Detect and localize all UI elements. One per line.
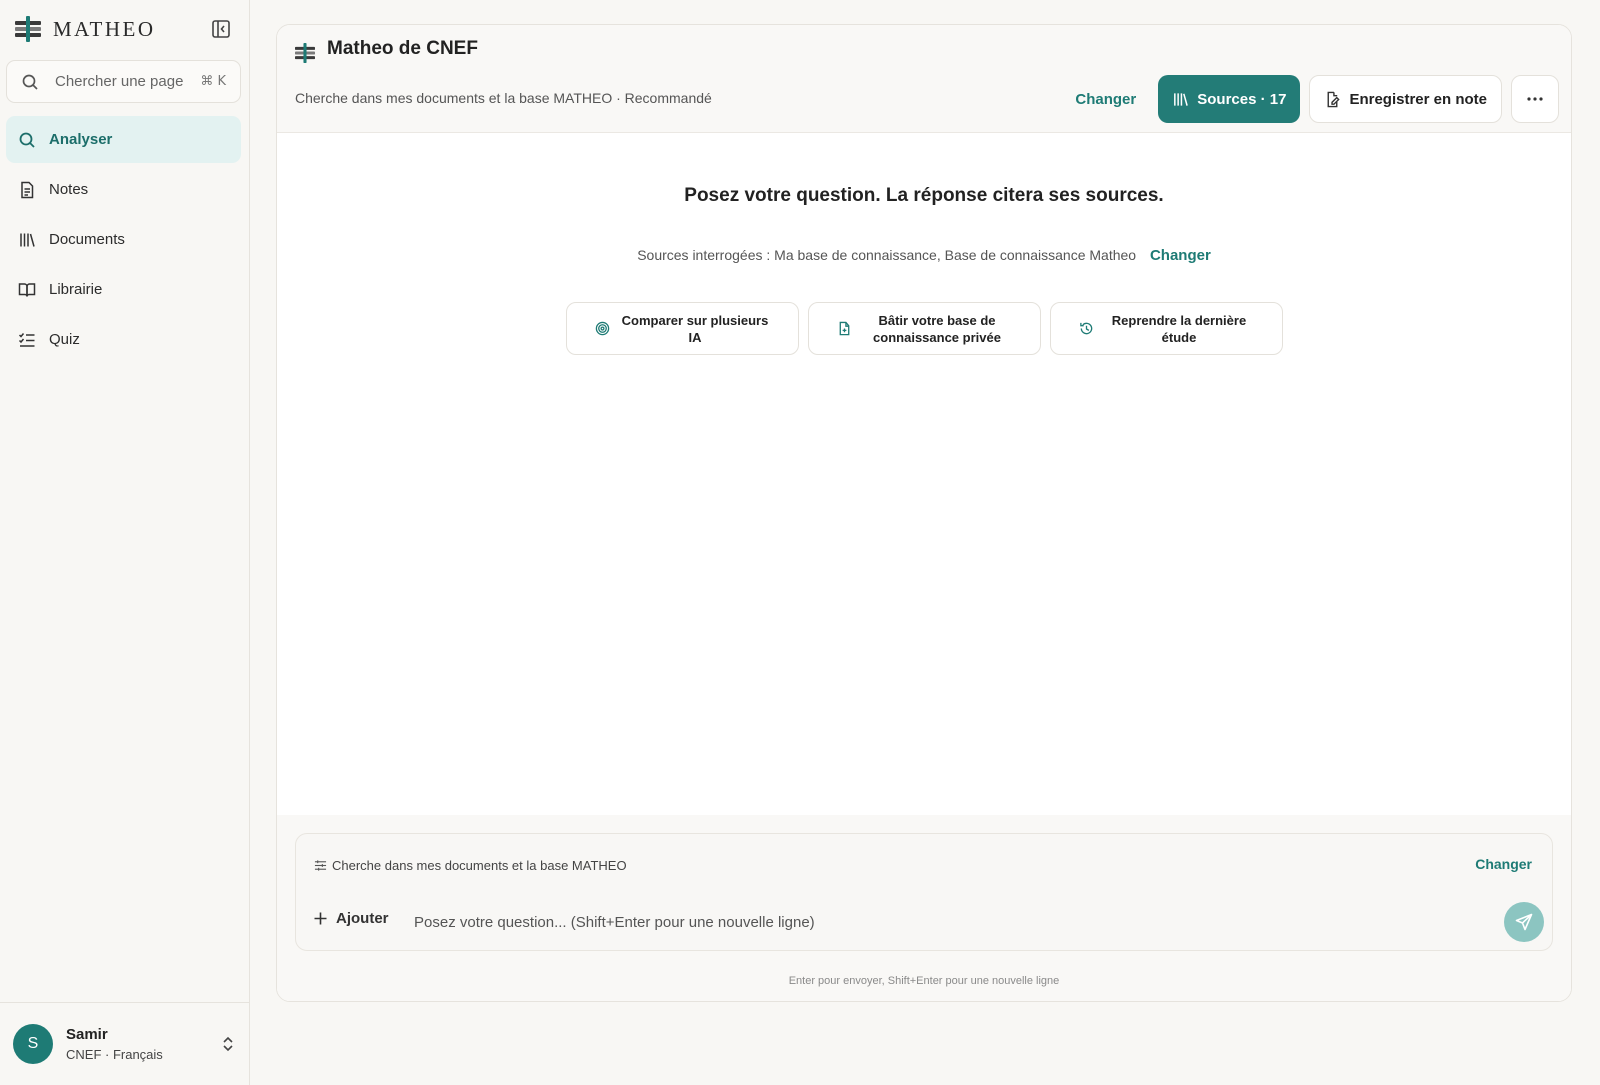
sliders-icon [314,860,327,871]
queried-sources-text: Sources interrogées : Ma base de connais… [637,247,1137,263]
suggestion-label: Bâtir votre base de connaissance privée [873,312,1001,345]
suggestion-label: Reprendre la dernière étude [1111,312,1247,345]
sidebar-item-notes[interactable]: Notes [6,166,241,213]
search-shortcut: ⌘ K [200,74,226,89]
save-note-button[interactable]: Enregistrer en note [1309,75,1502,123]
avatar: S [13,1024,53,1064]
chevron-up-down-icon[interactable] [220,1035,236,1053]
sidebar-item-label: Librairie [49,281,103,298]
composer-mode: Cherche dans mes documents et la base MA… [314,858,627,873]
matheo-logo-icon [15,16,41,42]
user-menu[interactable]: S Samir CNEF · Français [0,1002,249,1085]
send-icon [1515,913,1533,931]
target-icon [595,321,610,336]
header-actions: Changer Sources · 17 Enregistrer en note [1075,75,1559,123]
add-label: Ajouter [336,910,389,927]
sidebar: MATHEO ⌘ K Analyser Notes D [0,0,250,1085]
suggestion-build-knowledge-base[interactable]: Bâtir votre base de connaissance privée [808,302,1041,355]
save-note-label: Enregistrer en note [1349,90,1487,108]
change-sources-button[interactable]: Changer [1150,247,1211,264]
book-icon [18,282,36,297]
library-icon [1174,92,1189,106]
composer-change-button[interactable]: Changer [1475,856,1532,872]
empty-state-title: Posez votre question. La réponse citera … [684,185,1164,206]
sidebar-item-label: Documents [49,231,125,248]
history-icon [1080,322,1093,335]
sidebar-item-analyser[interactable]: Analyser [6,116,241,163]
file-pen-icon [1327,91,1341,107]
add-attachment-button[interactable]: Ajouter [314,910,389,927]
send-button[interactable] [1504,902,1544,942]
main-panel: Matheo de CNEF Cherche dans mes document… [276,24,1572,1002]
search-input[interactable] [55,73,185,90]
sidebar-collapse-icon[interactable] [210,18,232,40]
file-plus-icon [839,321,850,336]
header: Matheo de CNEF Cherche dans mes document… [277,25,1571,133]
search-box[interactable]: ⌘ K [6,60,241,103]
more-options-button[interactable] [1511,75,1559,123]
matheo-logo-icon [295,43,315,63]
sources-button[interactable]: Sources · 17 [1158,75,1301,123]
user-info: Samir CNEF · Français [66,1026,163,1062]
user-org-language: CNEF · Français [66,1047,163,1062]
plus-icon [314,912,327,925]
question-input[interactable] [414,910,1474,934]
brand-name: MATHEO [53,16,156,41]
user-name: Samir [66,1026,108,1043]
library-icon [20,233,35,247]
document-icon [21,181,34,198]
queried-sources: Sources interrogées : Ma base de connais… [277,247,1571,264]
brand[interactable]: MATHEO [15,14,156,44]
suggestion-resume-study[interactable]: Reprendre la dernière étude [1050,302,1283,355]
sidebar-item-label: Analyser [49,131,113,148]
page-title: Matheo de CNEF [327,38,478,59]
change-mode-button[interactable]: Changer [1075,91,1136,108]
keyboard-hint: Enter pour envoyer, Shift+Enter pour une… [788,975,1060,987]
sidebar-nav: Analyser Notes Documents Librairie Quiz [6,116,241,366]
suggestion-compare-ai[interactable]: Comparer sur plusieurs IA [566,302,799,355]
suggestion-label: Comparer sur plusieurs IA [621,312,769,345]
composer: Cherche dans mes documents et la base MA… [295,833,1553,951]
more-horizontal-icon [1527,97,1543,101]
search-icon [22,74,38,90]
sources-button-label: Sources · 17 [1197,90,1287,108]
checklist-icon [18,332,35,347]
composer-area: Cherche dans mes documents et la base MA… [277,815,1571,1001]
composer-mode-text: Cherche dans mes documents et la base MA… [332,858,627,873]
search-mode-description: Cherche dans mes documents et la base MA… [295,90,712,106]
sidebar-item-label: Notes [49,181,89,198]
sidebar-item-documents[interactable]: Documents [6,216,241,263]
suggestion-list: Comparer sur plusieurs IA Bâtir votre ba… [566,302,1292,355]
sidebar-item-quiz[interactable]: Quiz [6,316,241,363]
sidebar-item-librairie[interactable]: Librairie [6,266,241,313]
search-icon [19,132,35,148]
sidebar-item-label: Quiz [49,331,80,348]
